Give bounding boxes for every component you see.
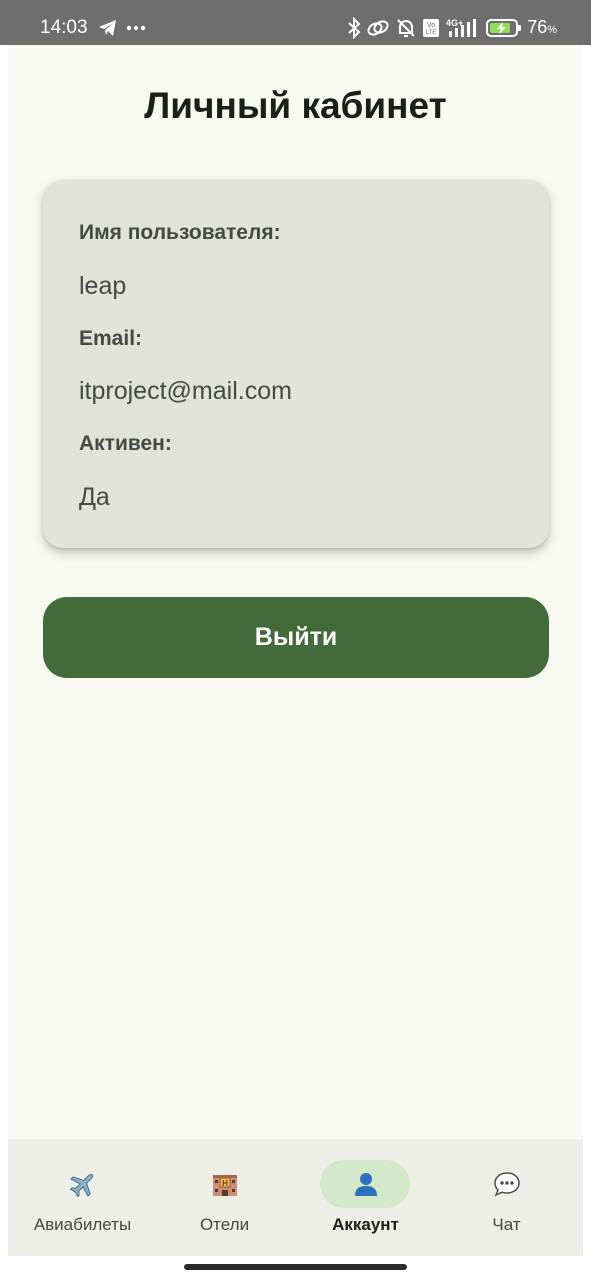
right-edge <box>583 45 591 1256</box>
volte-icon: Vo LTE <box>422 18 440 38</box>
more-dots-icon <box>126 25 146 31</box>
user-icon <box>294 1166 437 1202</box>
signal-4g-icon: 4G+ <box>445 17 481 39</box>
svg-text:H: H <box>222 1179 228 1188</box>
svg-text:LTE: LTE <box>426 30 437 36</box>
nav-label-hotels: Отели <box>199 1215 250 1234</box>
email-label: Email: <box>79 327 143 350</box>
logout-button[interactable]: Выйти <box>43 597 549 678</box>
bluetooth-icon <box>347 17 361 39</box>
battery-percent-value: 76 <box>527 16 548 37</box>
notifications-off-icon <box>395 17 417 39</box>
nav-item-account[interactable]: Аккаунт <box>294 1139 437 1256</box>
page-title: Личный кабинет <box>144 85 447 126</box>
bottom-navigation: Авиабилеты H Отели Аккаунт Чат <box>8 1139 583 1256</box>
gesture-area <box>0 1256 591 1280</box>
nav-label-account: Аккаунт <box>332 1215 399 1234</box>
battery-percent-sign: % <box>547 23 557 36</box>
profile-card: Имя пользователя: leap Email: itproject@… <box>43 180 549 548</box>
hotel-icon: H <box>153 1166 296 1202</box>
email-value: itproject@mail.com <box>79 377 292 405</box>
username-value: leap <box>79 272 127 300</box>
gesture-handle[interactable] <box>184 1264 407 1270</box>
username-label: Имя пользователя: <box>79 221 281 244</box>
active-value: Да <box>79 483 110 511</box>
battery-charging-icon <box>486 18 522 38</box>
chat-bubble-icon <box>435 1166 578 1202</box>
svg-text:4G+: 4G+ <box>446 18 463 28</box>
svg-text:Vo: Vo <box>427 22 435 29</box>
telegram-icon <box>98 19 118 37</box>
left-edge <box>0 45 8 1256</box>
battery-percent: 76% <box>527 15 557 42</box>
nav-item-flights[interactable]: Авиабилеты <box>11 1139 154 1256</box>
link-icon <box>366 18 390 38</box>
active-label: Активен: <box>79 432 172 455</box>
status-left-icons <box>98 14 146 42</box>
nav-item-chat[interactable]: Чат <box>435 1139 578 1256</box>
nav-item-hotels[interactable]: H Отели <box>153 1139 296 1256</box>
airplane-icon <box>11 1166 154 1202</box>
account-screen: Личный кабинет Имя пользователя: leap Em… <box>8 45 583 1256</box>
status-bar: 14:03 Vo LTE 4G+ 76% <box>0 0 591 45</box>
status-right-icons: Vo LTE 4G+ 76% <box>347 14 557 42</box>
nav-label-flights: Авиабилеты <box>33 1215 132 1234</box>
status-time: 14:03 <box>40 17 88 38</box>
nav-label-chat: Чат <box>492 1215 521 1234</box>
